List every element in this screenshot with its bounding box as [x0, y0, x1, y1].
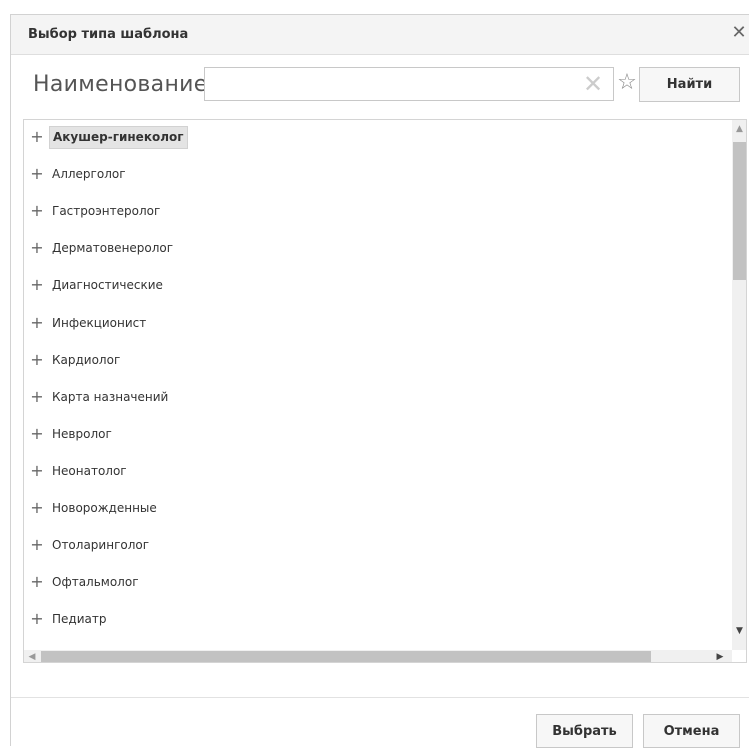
tree-item[interactable]: + Гастроэнтеролог [24, 199, 724, 229]
tree-item-label[interactable]: Гастроэнтеролог [49, 202, 163, 221]
tree-item-label[interactable]: Неонатолог [49, 462, 130, 481]
star-icon[interactable]: ☆ [615, 70, 639, 96]
tree-item[interactable]: + Новорожденные [24, 496, 724, 526]
dialog-titlebar: Выбор типа шаблона ✕ [11, 15, 749, 55]
plus-icon[interactable]: + [30, 425, 44, 442]
tree-item[interactable]: + Офтальмолог [24, 570, 724, 600]
dialog-title: Выбор типа шаблона [28, 27, 189, 42]
select-button[interactable]: Выбрать [536, 714, 633, 748]
horizontal-scroll-thumb[interactable] [41, 651, 651, 662]
horizontal-scrollbar[interactable]: ◀ ▶ [24, 650, 732, 662]
tree-item-label[interactable]: Акушер-гинеколог [49, 126, 188, 149]
tree-item[interactable]: + Кардиолог [24, 348, 724, 378]
plus-icon[interactable]: + [30, 129, 44, 145]
search-label: Наименование [33, 72, 208, 97]
find-button[interactable]: Найти [639, 67, 740, 102]
tree-item[interactable]: + Акушер-гинеколог [24, 125, 724, 155]
cancel-button[interactable]: Отмена [643, 714, 740, 748]
tree-item[interactable]: + Отоларинголог [24, 533, 724, 563]
vertical-scrollbar[interactable]: ▲ ▼ [732, 120, 746, 650]
tree-item-label[interactable]: Инфекционист [49, 314, 149, 333]
vertical-scroll-thumb[interactable] [733, 142, 746, 280]
tree-item[interactable]: + Инфекционист [24, 311, 724, 341]
scroll-up-icon[interactable]: ▲ [732, 122, 746, 136]
tree-item-label[interactable]: Офтальмолог [49, 573, 142, 592]
plus-icon[interactable]: + [30, 462, 44, 479]
plus-icon[interactable]: + [30, 203, 44, 219]
tree-item-label[interactable]: Карта назначений [49, 388, 171, 407]
template-type-dialog: Выбор типа шаблона ✕ Наименование ✕ ☆ На… [10, 14, 749, 748]
scroll-down-icon[interactable]: ▼ [732, 624, 746, 638]
tree-item[interactable]: + Аллерголог [24, 162, 724, 192]
tree-item-label[interactable]: Новорожденные [49, 499, 160, 518]
plus-icon[interactable]: + [30, 537, 44, 553]
plus-icon[interactable]: + [30, 388, 44, 405]
tree-item-label[interactable]: Аллерголог [49, 165, 129, 184]
close-icon[interactable]: ✕ [730, 24, 748, 42]
tree-item-label[interactable]: Диагностические [49, 276, 166, 295]
tree-item[interactable]: + Педиатр [24, 607, 724, 637]
tree-item[interactable]: + Дерматовенеролог [24, 236, 724, 266]
tree-item[interactable]: + Диагностические [24, 273, 724, 303]
plus-icon[interactable]: + [30, 166, 44, 182]
tree-item-label[interactable]: Педиатр [49, 610, 109, 629]
template-tree: + Акушер-гинеколог + Аллерголог + Гастроэнтер… [23, 119, 747, 663]
tree-item[interactable]: + Карта назначений [24, 385, 724, 415]
scroll-right-icon[interactable]: ▶ [714, 650, 726, 662]
tree-item[interactable]: + Невролог [24, 422, 724, 452]
plus-icon[interactable]: + [30, 611, 44, 627]
tree-item-label[interactable]: Кардиолог [49, 351, 123, 370]
scroll-left-icon[interactable]: ◀ [26, 650, 38, 662]
footer-divider [11, 697, 749, 698]
tree-item[interactable]: + Неонатолог [24, 459, 724, 489]
plus-icon[interactable]: + [30, 314, 44, 331]
tree-item-label[interactable]: Невролог [49, 425, 115, 444]
search-input[interactable] [204, 67, 614, 101]
plus-icon[interactable]: + [30, 351, 44, 368]
tree-item-label[interactable]: Дерматовенеролог [49, 239, 176, 258]
tree-item-label[interactable]: Отоларинголог [49, 536, 152, 555]
plus-icon[interactable]: + [30, 574, 44, 590]
clear-icon[interactable]: ✕ [582, 72, 604, 96]
plus-icon[interactable]: + [30, 240, 44, 256]
plus-icon[interactable]: + [30, 277, 44, 293]
plus-icon[interactable]: + [30, 500, 44, 516]
